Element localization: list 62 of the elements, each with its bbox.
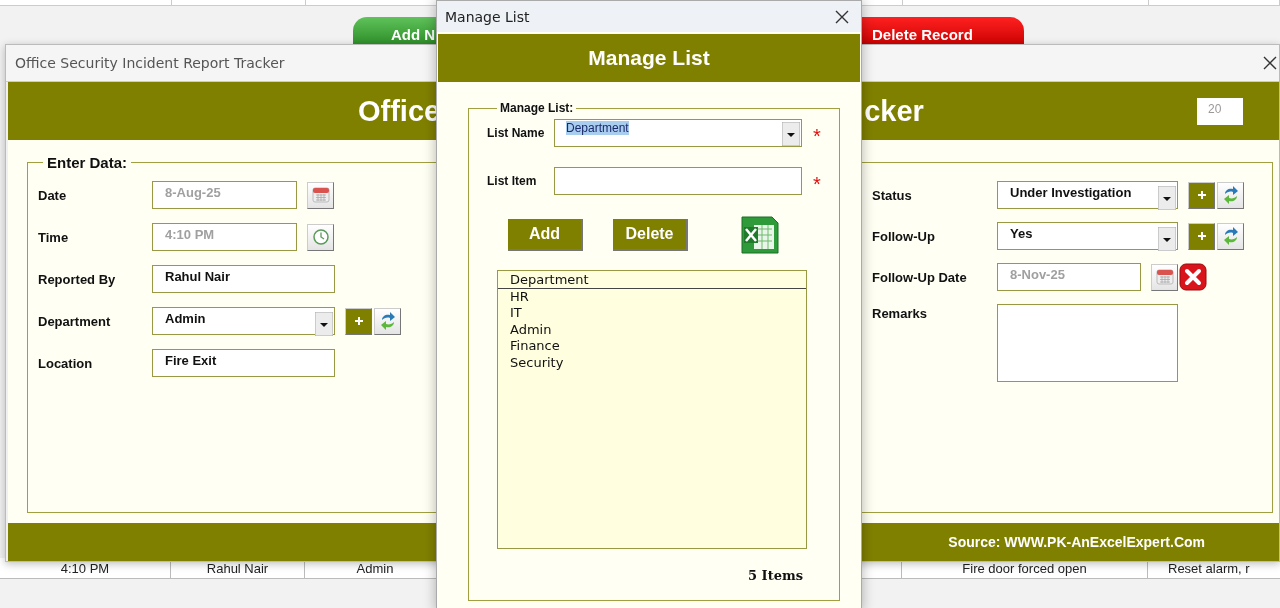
clear-icon (1178, 263, 1207, 291)
plus-icon (1196, 190, 1207, 200)
header-title: cker (864, 94, 924, 128)
add-button[interactable]: Add (508, 219, 583, 251)
item-count: 5 Items (748, 568, 803, 583)
field-label: Time (38, 229, 70, 245)
dialog-header: Manage List (438, 34, 860, 82)
refresh-button[interactable] (1217, 222, 1244, 250)
field-label: List Name (487, 126, 546, 140)
refresh-button[interactable] (374, 307, 401, 335)
plus-icon (353, 316, 364, 326)
required-mark: * (813, 123, 821, 148)
dropdown-arrow-icon (1158, 186, 1177, 210)
source-text: Source: WWW.PK-AnExcelExpert.Com (948, 534, 1205, 550)
required-mark: * (813, 171, 821, 196)
table-cell-text: Reset alarm, r (1167, 560, 1251, 578)
field-label: Remarks (872, 305, 928, 321)
column-header: Department (498, 271, 806, 289)
field-label: Date (38, 187, 68, 203)
clear-button[interactable] (1178, 262, 1207, 292)
close-icon (1263, 56, 1277, 70)
group-title: Enter Data: (46, 154, 129, 171)
list-box[interactable]: Department HR IT Admin Finance Security (497, 270, 807, 549)
refresh-button[interactable] (1217, 181, 1244, 209)
calendar-icon (311, 187, 330, 203)
add-item-button[interactable] (1188, 181, 1216, 209)
delete-button[interactable]: Delete (613, 219, 688, 251)
dropdown-arrow-icon (782, 122, 800, 146)
dropdown-arrow-icon (1158, 227, 1177, 251)
list-item[interactable]: IT (498, 305, 806, 322)
calendar-icon (1155, 269, 1174, 285)
text-field[interactable]: Fire Exit (152, 349, 335, 377)
list-item[interactable]: Security (498, 354, 806, 371)
window-title: Office Security Incident Report Tracker (15, 55, 285, 71)
dropdown-arrow-icon (315, 312, 333, 336)
list-item[interactable]: HR (498, 289, 806, 306)
list-item[interactable]: Admin (498, 321, 806, 339)
list-item-field[interactable] (554, 167, 802, 195)
group-title: Manage List: (499, 101, 575, 115)
header-title: Office (358, 94, 441, 128)
field-label: Department (38, 313, 112, 329)
clock-icon (311, 228, 330, 246)
field-label: List Item (487, 174, 538, 188)
dropdown-field[interactable]: Under Investigation (997, 181, 1179, 209)
close-icon (835, 9, 849, 24)
field-label: Location (38, 355, 94, 371)
field-label: Reported By (38, 271, 117, 287)
field-label: Follow-Up Date (872, 269, 968, 285)
plus-icon (1196, 231, 1207, 241)
calendar-button[interactable] (1151, 263, 1178, 291)
remarks-field[interactable] (997, 304, 1178, 382)
field-label: Status (872, 187, 913, 203)
list-item[interactable]: Finance (498, 338, 806, 355)
calendar-button[interactable] (307, 181, 334, 209)
list-name-dropdown[interactable]: Department (554, 119, 802, 147)
dropdown-field[interactable]: Yes (997, 222, 1179, 250)
dropdown-field[interactable]: Admin (152, 307, 335, 335)
clock-button[interactable] (307, 223, 334, 251)
text-field[interactable]: Rahul Nair (152, 265, 335, 293)
add-item-button[interactable] (1188, 222, 1216, 250)
field-label: Follow-Up (872, 228, 936, 244)
add-item-button[interactable] (345, 307, 372, 335)
